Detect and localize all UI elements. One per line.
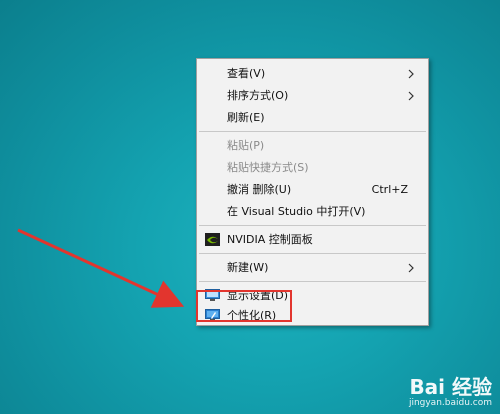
- chevron-right-icon: [408, 69, 414, 79]
- menu-item-undo-delete[interactable]: 撤消 删除(U) Ctrl+Z: [197, 179, 428, 201]
- menu-item-new[interactable]: 新建(W): [197, 257, 428, 279]
- watermark-url: jingyan.baidu.com: [408, 398, 492, 408]
- desktop-context-menu: 查看(V) 排序方式(O) 刷新(E) 粘贴(P) 粘贴快捷方式(S) 撤消 删…: [196, 58, 429, 326]
- menu-separator: [199, 225, 426, 226]
- chevron-right-icon: [408, 263, 414, 273]
- annotation-highlight-box: [196, 290, 292, 322]
- watermark-brand: Bai 经验: [409, 375, 492, 399]
- menu-item-paste: 粘贴(P): [197, 135, 428, 157]
- menu-item-paste-shortcut: 粘贴快捷方式(S): [197, 157, 428, 179]
- menu-item-label: NVIDIA 控制面板: [227, 233, 313, 246]
- menu-item-nvidia-control-panel[interactable]: NVIDIA 控制面板: [197, 229, 428, 251]
- nvidia-icon: [205, 233, 220, 246]
- chevron-right-icon: [408, 91, 414, 101]
- menu-item-label: 排序方式(O): [227, 89, 289, 102]
- menu-item-refresh[interactable]: 刷新(E): [197, 107, 428, 129]
- menu-item-label: 刷新(E): [227, 111, 265, 124]
- menu-item-label: 在 Visual Studio 中打开(V): [227, 205, 366, 218]
- menu-separator: [199, 131, 426, 132]
- menu-separator: [199, 253, 426, 254]
- menu-item-view[interactable]: 查看(V): [197, 63, 428, 85]
- baidu-jingyan-watermark: Bai 经验 jingyan.baidu.com: [409, 376, 492, 408]
- menu-item-label: 粘贴快捷方式(S): [227, 161, 309, 174]
- menu-item-label: 撤消 删除(U): [227, 183, 292, 196]
- menu-item-sort-by[interactable]: 排序方式(O): [197, 85, 428, 107]
- menu-item-label: 查看(V): [227, 67, 266, 80]
- menu-item-label: 粘贴(P): [227, 139, 265, 152]
- menu-item-open-in-visual-studio[interactable]: 在 Visual Studio 中打开(V): [197, 201, 428, 223]
- menu-item-shortcut: Ctrl+Z: [371, 183, 408, 196]
- menu-separator: [199, 281, 426, 282]
- menu-item-label: 新建(W): [227, 261, 269, 274]
